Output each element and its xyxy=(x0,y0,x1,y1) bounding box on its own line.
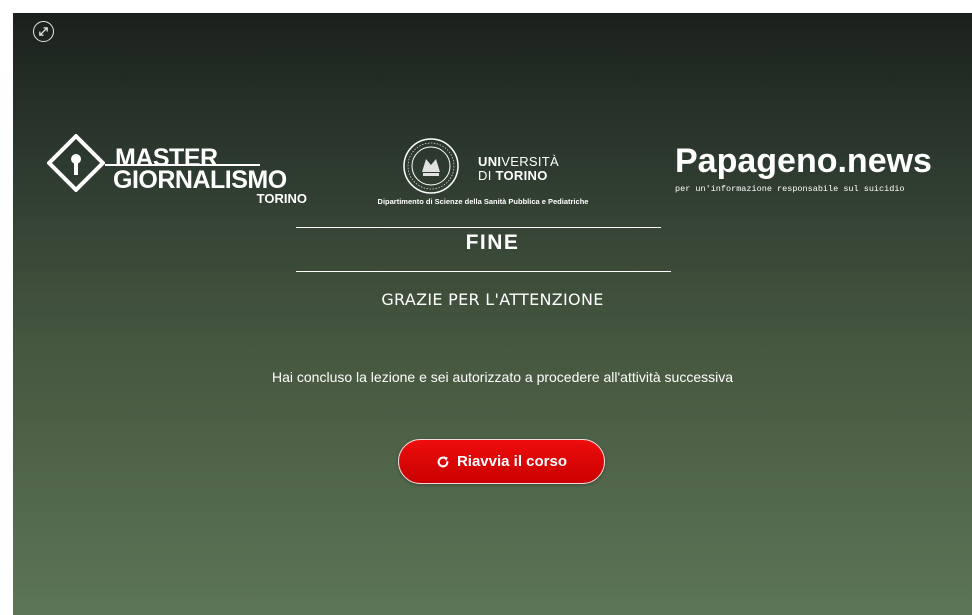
restart-arrow-icon xyxy=(437,455,449,467)
master-giornalismo-logo: MASTER GIORNALISMO TORINO xyxy=(43,132,313,206)
unito-logo: UNIVERSITÀ DI TORINO Dipartimento di Sci… xyxy=(333,137,633,207)
papageno-title: Papageno.news xyxy=(675,142,932,180)
unito-name-rest2: TORINO xyxy=(495,168,548,184)
papageno-logo: Papageno.news per un'informazione respon… xyxy=(675,144,965,194)
university-seal-icon xyxy=(403,138,459,194)
completion-message: Hai concluso la lezione e sei autorizzat… xyxy=(271,369,734,385)
unito-name-prefix2: DI xyxy=(478,168,496,184)
unito-name-prefix1: UNI xyxy=(478,154,502,169)
unito-name-rest1: VERSITÀ xyxy=(501,154,560,169)
thanks-subtitle: GRAZIE PER L'ATTENZIONE xyxy=(381,290,604,309)
unito-department: Dipartimento di Scienze della Sanità Pub… xyxy=(377,197,589,206)
lesson-end-screen: MASTER GIORNALISMO TORINO UNIVERSITÀ DI … xyxy=(13,13,972,615)
restart-course-label: Riavvia il corso xyxy=(456,453,568,470)
divider-top xyxy=(296,227,661,228)
master-logo-line3: TORINO xyxy=(256,191,307,206)
expand-arrows-icon xyxy=(39,27,48,36)
divider-bottom xyxy=(296,271,671,272)
end-title: FINE xyxy=(465,231,520,254)
fullscreen-button[interactable] xyxy=(33,21,54,42)
master-logo-line2: GIORNALISMO xyxy=(113,166,287,194)
unito-name: UNIVERSITÀ DI TORINO xyxy=(478,154,560,184)
papageno-subtitle: per un'informazione responsabile sul sui… xyxy=(675,184,905,194)
diamond-pen-icon xyxy=(47,134,105,192)
restart-course-button[interactable]: Riavvia il corso xyxy=(398,439,605,484)
